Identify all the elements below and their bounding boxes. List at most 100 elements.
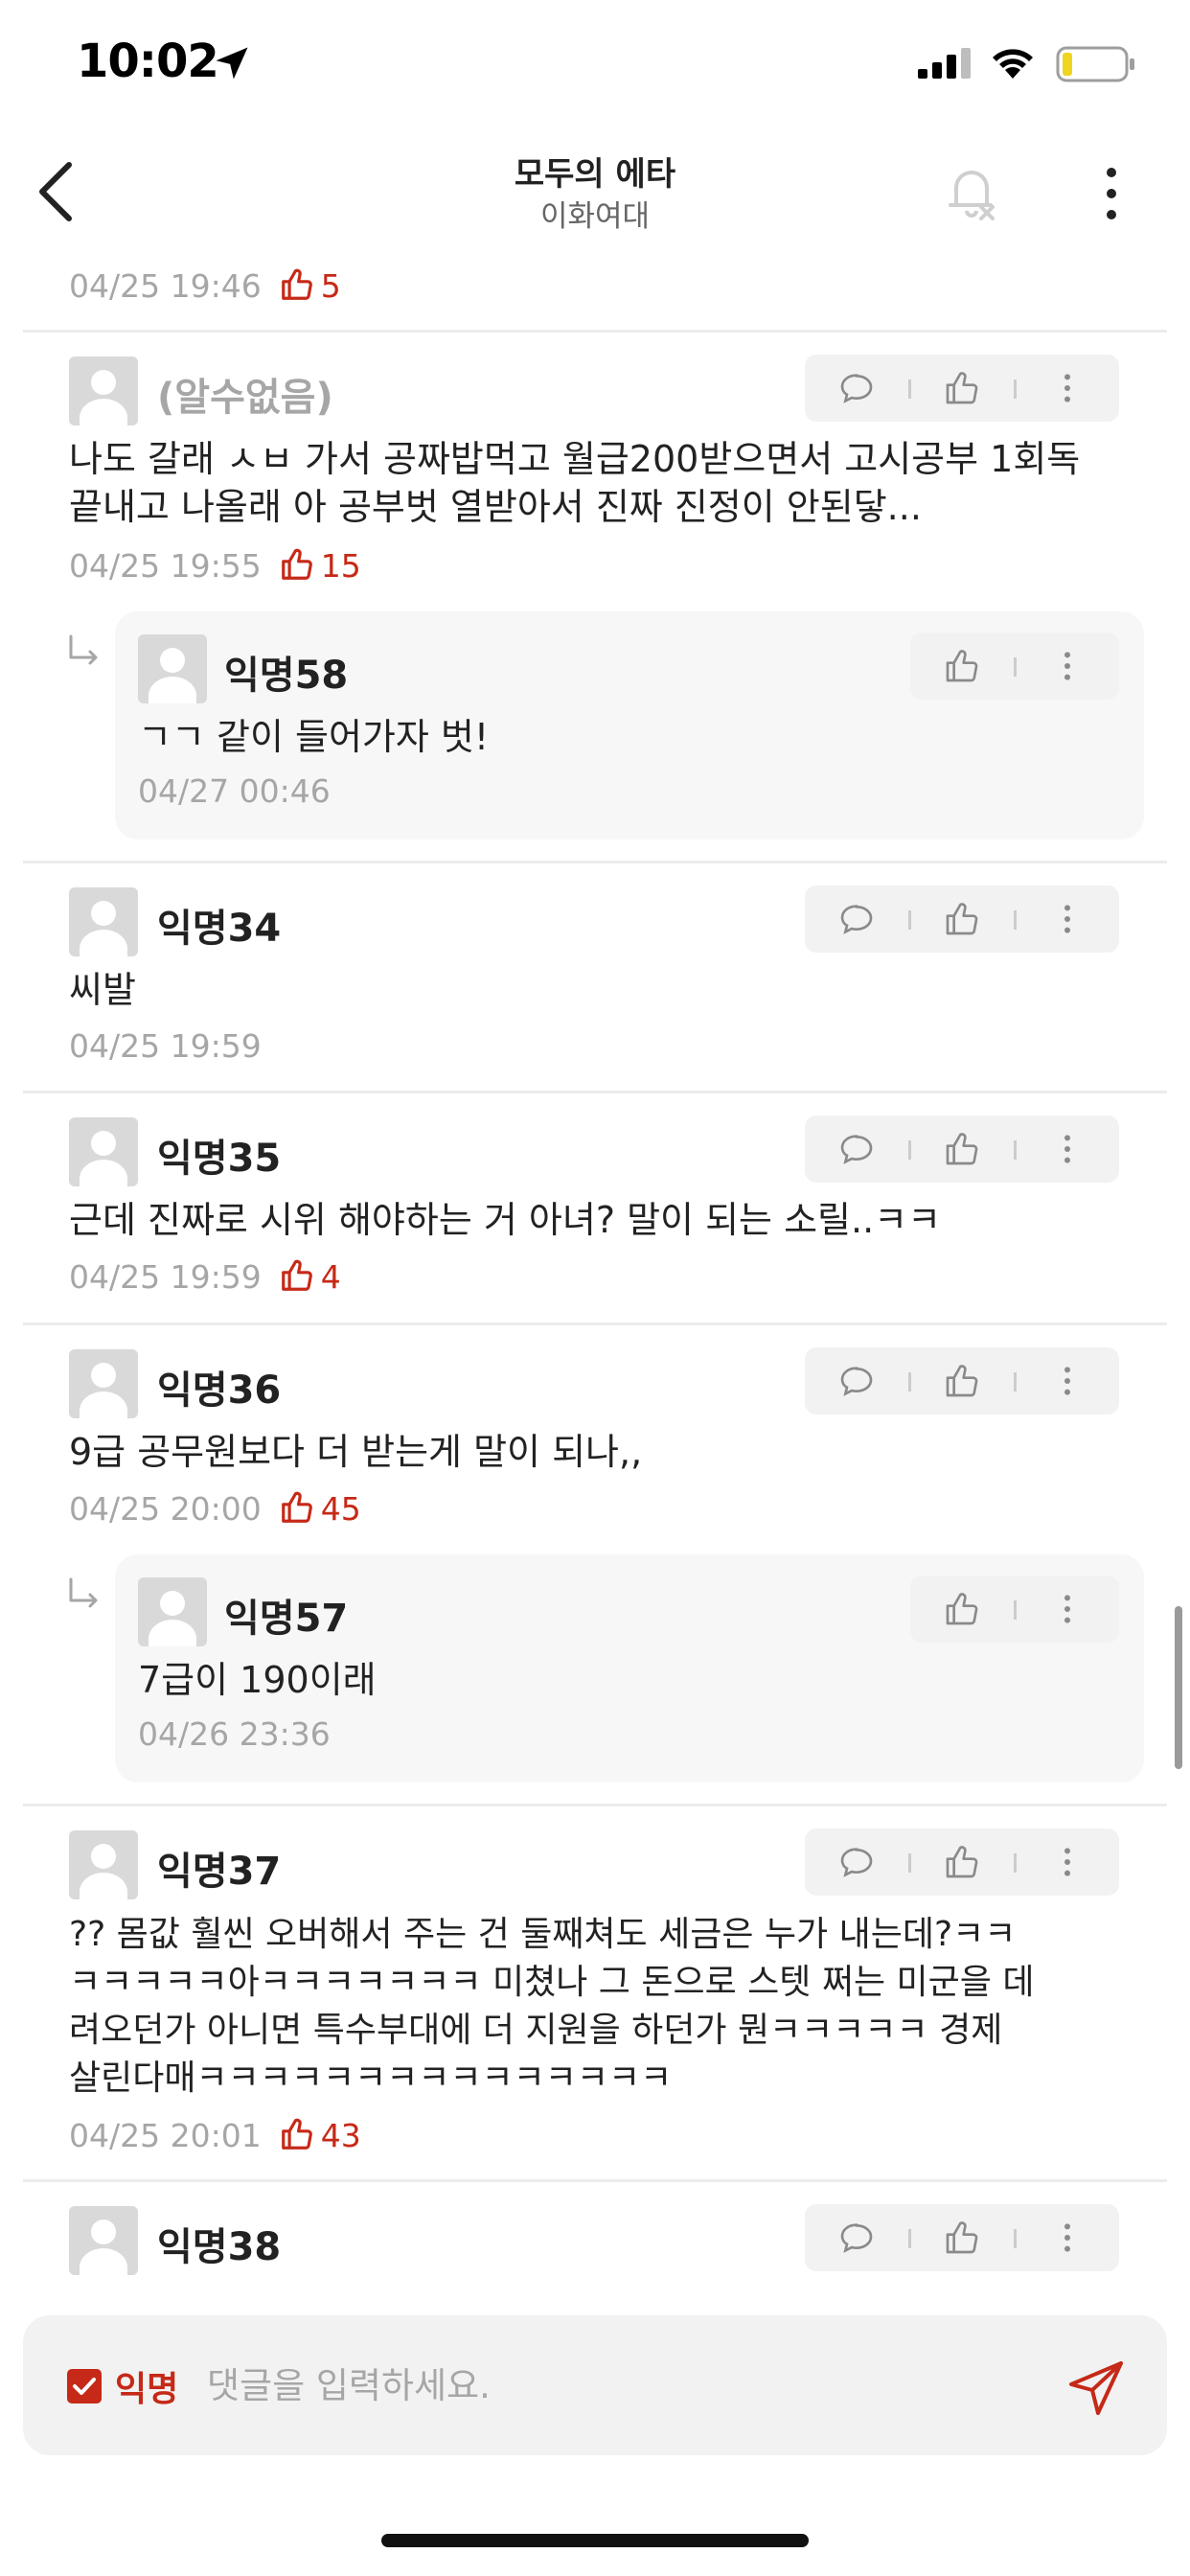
school-name: 이화여대 (539, 199, 651, 234)
reply-author: 익명57 (224, 1597, 349, 1641)
reply-button[interactable] (818, 1347, 895, 1414)
comment-meta: 04/25 20:01 43 (69, 2116, 361, 2154)
more-vertical-icon (1064, 1135, 1070, 1163)
like-count-icon (281, 268, 312, 300)
avatar (69, 887, 138, 956)
avatar (69, 2206, 138, 2275)
more-menu-icon[interactable] (1092, 159, 1131, 228)
comment-author: 익명38 (157, 2225, 282, 2269)
like-button[interactable] (924, 1828, 1000, 1896)
anonymous-checkbox[interactable] (67, 2369, 102, 2404)
notification-off-icon[interactable] (937, 157, 1006, 226)
divider (23, 2179, 1167, 2182)
comment-text: ?? 몸값 훨씬 오버해서 주는 건 둘째쳐도 세금은 누가 내는데?ㅋㅋ ㅋㅋ… (69, 1915, 1035, 2098)
thumbs-up-icon (946, 650, 978, 682)
comment-date: 04/25 19:59 (69, 1258, 262, 1296)
like-count: 15 (320, 547, 361, 585)
like-button[interactable] (924, 632, 1000, 700)
thumbs-up-icon (946, 1133, 978, 1165)
like-count: 5 (320, 267, 341, 305)
reply-indicator-icon (69, 1577, 98, 1608)
comment-input[interactable] (205, 2354, 975, 2417)
comment-date: 04/25 20:01 (69, 2117, 262, 2154)
avatar (138, 634, 207, 703)
comment-text: 9급 공무원보다 더 받는게 말이 되나,, (69, 1431, 643, 1473)
more-button[interactable] (1029, 1347, 1106, 1414)
like-count: 45 (320, 1490, 361, 1528)
comment-bubble-icon (840, 905, 873, 934)
comment-bubble-icon (840, 1848, 873, 1877)
comment-meta: 04/25 19:59 4 (69, 1257, 341, 1296)
comment-date: 04/25 19:55 (69, 547, 262, 585)
comment-text: 근데 진짜로 시위 해야하는 거 아녀? 말이 되는 소릴..ㅋㅋ (69, 1199, 942, 1241)
comment-date: 04/25 20:00 (69, 1490, 262, 1528)
reply-text: 7급이 190이래 (138, 1659, 377, 1701)
more-button[interactable] (1029, 886, 1106, 953)
battery-icon (1056, 46, 1134, 82)
reply-actions (910, 632, 1119, 700)
comment-bubble-icon (840, 2223, 873, 2253)
avatar (138, 1577, 207, 1646)
comment-text: 나도 갈래 ㅅㅂ 가서 공짜밥먹고 월급200받으면서 고시공부 1회독 끝내고… (69, 438, 1081, 528)
like-button[interactable] (924, 1576, 1000, 1643)
like-count-icon (281, 1259, 312, 1291)
thumbs-up-icon (946, 372, 978, 404)
cellular-signal-icon (918, 48, 971, 79)
comment-composer: 익명 (23, 2315, 1167, 2455)
top-nav: 모두의 에타 이화여대 (0, 134, 1190, 249)
more-vertical-icon (1064, 1848, 1070, 1876)
comment-actions (805, 1116, 1119, 1183)
more-button[interactable] (1029, 1116, 1106, 1183)
more-button[interactable] (1029, 355, 1106, 422)
reply-author: 익명58 (224, 654, 349, 698)
anonymous-label[interactable]: 익명 (115, 2361, 178, 2411)
status-bar: 10:02 (0, 0, 1190, 134)
thumbs-up-icon (946, 1593, 978, 1625)
comment-author: 익명34 (157, 907, 282, 951)
reply-text: ㄱㄱ 같이 들어가자 벗! (138, 716, 490, 758)
reply-indicator-icon (69, 634, 98, 665)
comment-actions (805, 1347, 1119, 1414)
reply-date: 04/27 00:46 (138, 772, 331, 810)
comment-meta: 04/25 20:00 45 (69, 1489, 361, 1528)
avatar (69, 1349, 138, 1418)
like-count: 4 (320, 1258, 341, 1296)
more-button[interactable] (1029, 2204, 1106, 2271)
comment-author: 익명37 (157, 1850, 282, 1894)
send-icon[interactable] (1065, 2358, 1127, 2419)
like-count-icon (281, 548, 312, 580)
more-button[interactable] (1029, 1828, 1106, 1896)
comment-author: 익명35 (157, 1137, 282, 1181)
reply-button[interactable] (818, 1828, 895, 1896)
reply-date: 04/26 23:36 (138, 1715, 331, 1753)
comment-bubble-icon (840, 374, 873, 403)
like-button[interactable] (924, 2204, 1000, 2271)
like-button[interactable] (924, 1347, 1000, 1414)
thumbs-up-icon (946, 903, 978, 935)
like-count: 43 (320, 2117, 361, 2154)
like-button[interactable] (924, 355, 1000, 422)
like-button[interactable] (924, 886, 1000, 953)
home-indicator (381, 2534, 809, 2547)
scrollbar[interactable] (1175, 1606, 1182, 1769)
divider (23, 1322, 1167, 1325)
comment-meta: 04/25 19:46 5 (69, 266, 341, 305)
reply-button[interactable] (818, 355, 895, 422)
comment-actions (805, 2204, 1119, 2271)
reply-button[interactable] (818, 886, 895, 953)
more-button[interactable] (1029, 1576, 1106, 1643)
reply-button[interactable] (818, 2204, 895, 2271)
reply-button[interactable] (818, 1116, 895, 1183)
more-vertical-icon (1064, 1595, 1070, 1623)
status-time: 10:02 (77, 34, 219, 88)
comment-date: 04/25 19:59 (69, 1027, 262, 1065)
location-arrow-icon (216, 47, 248, 80)
more-button[interactable] (1029, 632, 1106, 700)
more-vertical-icon (1064, 905, 1070, 933)
divider (23, 1804, 1167, 1806)
comment-actions (805, 355, 1119, 422)
reply-item: 익명58 ㄱㄱ 같이 들어가자 벗! 04/27 00:46 (115, 611, 1144, 840)
thumbs-up-icon (946, 1365, 978, 1397)
like-button[interactable] (924, 1116, 1000, 1183)
thumbs-up-icon (946, 1846, 978, 1878)
